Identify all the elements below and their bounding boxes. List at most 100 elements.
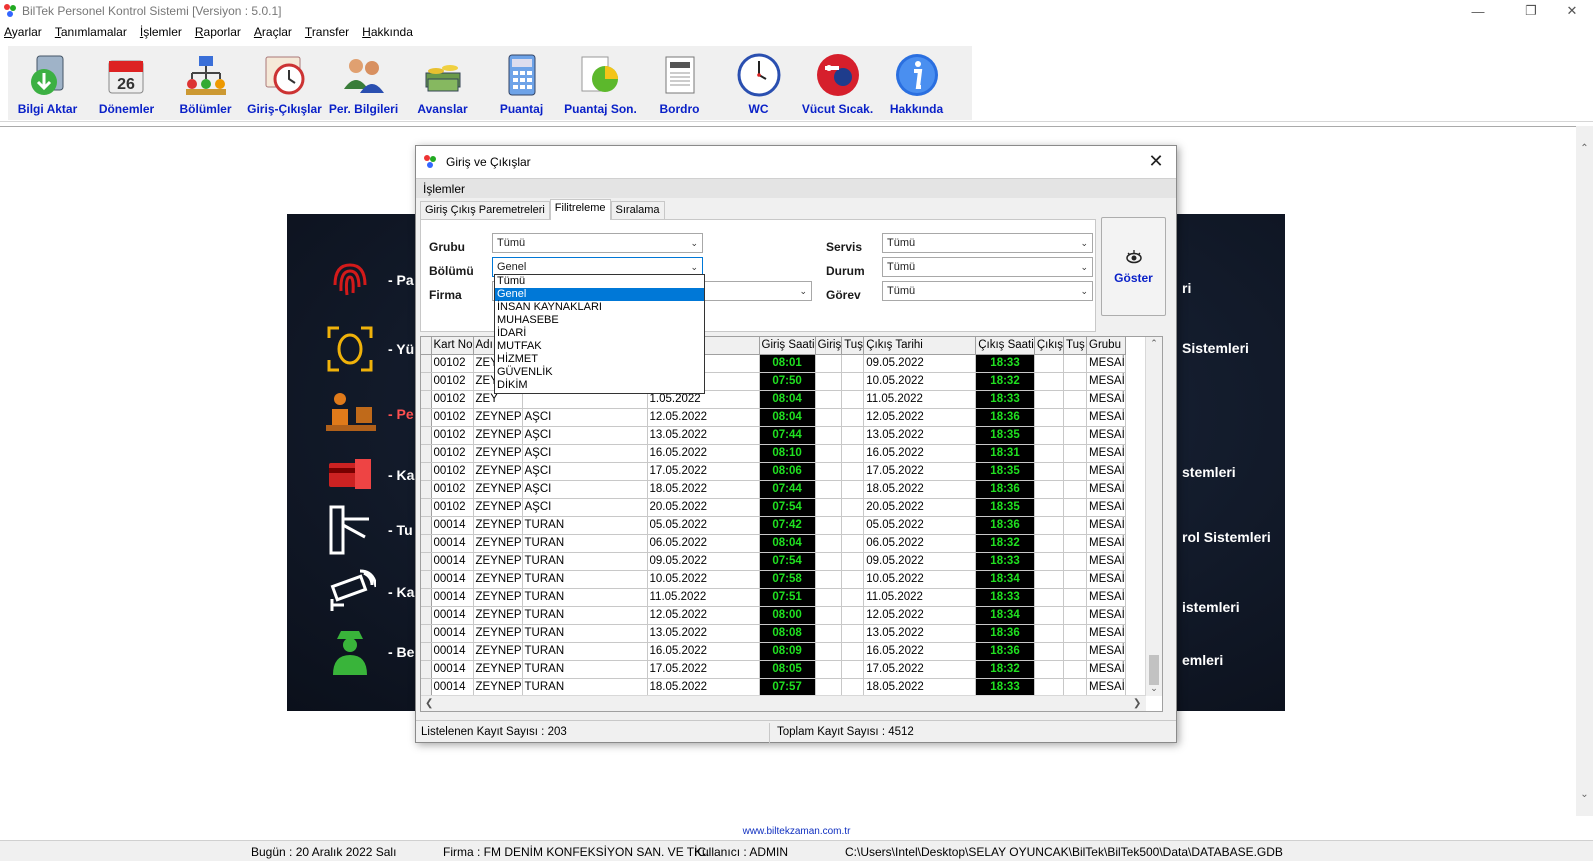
toolbar-button-3[interactable]: Giriş-Çıkışlar xyxy=(245,46,324,120)
table-row[interactable]: 00014 ZEYNEP TURAN 10.05.2022 07:58 10.05.202… xyxy=(421,570,1126,589)
toolbar-button-11[interactable]: Hakkında xyxy=(877,46,956,120)
dropdown-option[interactable]: İNSAN KAYNAKLARI xyxy=(495,301,704,314)
table-row[interactable]: 00014 ZEYNEP TURAN 09.05.2022 07:54 09.05.202… xyxy=(421,552,1126,571)
tab-filitreleme[interactable]: Filitreleme xyxy=(549,199,611,220)
row-indicator xyxy=(421,462,432,481)
column-header[interactable]: Çıkış Saati xyxy=(975,337,1035,355)
table-cell xyxy=(815,426,843,445)
dropdown-option[interactable]: Genel xyxy=(495,288,704,301)
table-row[interactable]: 00102 ZEYNEP AŞCI 18.05.2022 07:44 18.05.2022… xyxy=(421,480,1126,499)
table-row[interactable]: 00102 ZEYNEP AŞCI 17.05.2022 08:06 17.05.2022… xyxy=(421,462,1126,481)
scroll-down-icon[interactable]: ⌄ xyxy=(1576,786,1593,803)
table-cell: MESAİ xyxy=(1086,660,1126,679)
chevron-down-icon: ⌄ xyxy=(1080,286,1088,296)
banner-item-1: - Yü xyxy=(322,321,414,377)
dropdown-option[interactable]: Tümü xyxy=(495,275,704,288)
toolbar-button-9[interactable]: WC xyxy=(719,46,798,120)
servis-select[interactable]: Tümü ⌄ xyxy=(882,233,1093,253)
menu-item-1[interactable]: Tanımlamalar xyxy=(55,25,127,39)
minimize-button[interactable]: — xyxy=(1455,0,1501,22)
tab-giris-cikis-parametreleri[interactable]: Giriş Çıkış Paremetreleri xyxy=(420,201,550,219)
table-row[interactable]: 00014 ZEYNEP TURAN 17.05.2022 08:05 17.05.202… xyxy=(421,660,1126,679)
dropdown-option[interactable]: GÜVENLİK xyxy=(495,366,704,379)
column-header[interactable]: Giriş xyxy=(815,337,843,355)
table-cell: 18:33 xyxy=(975,354,1035,373)
dropdown-option[interactable]: MUTFAK xyxy=(495,340,704,353)
row-indicator xyxy=(421,624,432,643)
table-row[interactable]: 00014 ZEYNEP TURAN 06.05.2022 08:04 06.05.202… xyxy=(421,534,1126,553)
scroll-up-icon[interactable]: ⌃ xyxy=(1146,338,1162,349)
table-row[interactable]: 00102 ZEYNEP AŞCI 12.05.2022 08:04 12.05.2022… xyxy=(421,408,1126,427)
restore-button[interactable]: ❐ xyxy=(1508,0,1554,22)
menu-item-5[interactable]: Transfer xyxy=(305,25,349,39)
toolbar-button-5[interactable]: Avanslar xyxy=(403,46,482,120)
durum-select[interactable]: Tümü ⌄ xyxy=(882,257,1093,277)
menu-item-4[interactable]: Araçlar xyxy=(254,25,292,39)
banner-item-text: - Tu xyxy=(388,522,413,538)
table-cell: MESAİ xyxy=(1086,588,1126,607)
dropdown-option[interactable]: DİKİM xyxy=(495,379,704,392)
table-row[interactable]: 00102 ZEYNEP AŞCI 20.05.2022 07:54 20.05.2022… xyxy=(421,498,1126,517)
website-url[interactable]: www.biltekzaman.com.tr xyxy=(0,826,1593,837)
gorev-select[interactable]: Tümü ⌄ xyxy=(882,281,1093,301)
row-indicator xyxy=(421,570,432,589)
toolbar-button-7[interactable]: Puantaj Son. xyxy=(561,46,640,120)
table-cell xyxy=(841,570,865,589)
toolbar-button-0[interactable]: Bilgi Aktar xyxy=(8,46,87,120)
menu-islemler[interactable]: İşlemler xyxy=(423,182,465,196)
menu-item-2[interactable]: İşlemler xyxy=(140,25,182,39)
table-cell: 18:35 xyxy=(975,462,1035,481)
table-cell xyxy=(1063,516,1088,535)
scroll-right-icon[interactable]: ❯ xyxy=(1133,696,1141,711)
banner-right-text-3: rol Sistemleri xyxy=(1182,529,1271,545)
table-row[interactable]: 00014 ZEYNEP TURAN 13.05.2022 08:08 13.05.202… xyxy=(421,624,1126,643)
dropdown-option[interactable]: HİZMET xyxy=(495,353,704,366)
table-row[interactable]: 00102 ZEYNEP AŞCI 16.05.2022 08:10 16.05.2022… xyxy=(421,444,1126,463)
dropdown-option[interactable]: MUHASEBE xyxy=(495,314,704,327)
column-header[interactable]: Grubu xyxy=(1086,337,1126,355)
table-cell xyxy=(815,660,843,679)
table-row[interactable]: 00014 ZEYNEP TURAN 11.05.2022 07:51 11.05.202… xyxy=(421,588,1126,607)
scroll-up-icon[interactable]: ⌃ xyxy=(1576,140,1593,157)
toolbar-button-4[interactable]: Per. Bilgileri xyxy=(324,46,403,120)
goster-button[interactable]: Göster xyxy=(1101,217,1166,316)
table-row[interactable]: 00014 ZEYNEP TURAN 05.05.2022 07:42 05.05.202… xyxy=(421,516,1126,535)
grid-vertical-scrollbar[interactable]: ⌃ ⌄ xyxy=(1145,337,1162,696)
column-header[interactable]: Çıkış Tarihi xyxy=(863,337,977,355)
dropdown-option[interactable]: İDARİ xyxy=(495,327,704,340)
grid-horizontal-scrollbar[interactable]: ❮ ❯ xyxy=(421,695,1146,711)
close-button[interactable]: ✕ xyxy=(1549,0,1593,22)
column-header[interactable]: Kart No xyxy=(431,337,474,355)
table-row[interactable]: 00014 ZEYNEP TURAN 18.05.2022 07:57 18.05.202… xyxy=(421,678,1126,697)
tab-siralama[interactable]: Sıralama xyxy=(610,201,665,219)
table-cell: 18.05.2022 xyxy=(863,678,977,697)
toolbar-button-1[interactable]: 26 Dönemler xyxy=(87,46,166,120)
table-row[interactable]: 00014 ZEYNEP TURAN 12.05.2022 08:00 12.05.202… xyxy=(421,606,1126,625)
toolbar-button-8[interactable]: Bordro xyxy=(640,46,719,120)
banner-item-4: - Tu xyxy=(322,502,413,558)
table-row[interactable]: 00014 ZEYNEP TURAN 16.05.2022 08:09 16.05.202… xyxy=(421,642,1126,661)
goster-label: Göster xyxy=(1114,270,1153,285)
toolbar-button-10[interactable]: Vücut Sıcak. xyxy=(798,46,877,120)
column-header[interactable]: Tuş xyxy=(841,337,865,355)
main-vertical-scrollbar[interactable]: ⌃ ⌄ xyxy=(1576,126,1593,816)
scroll-thumb[interactable] xyxy=(1149,655,1159,685)
column-header[interactable]: Çıkış xyxy=(1034,337,1065,355)
menu-item-3[interactable]: Raporlar xyxy=(195,25,241,39)
table-cell xyxy=(1063,354,1088,373)
table-row[interactable]: 00102 ZEYNEP AŞCI 13.05.2022 07:44 13.05.2022… xyxy=(421,426,1126,445)
menu-item-6[interactable]: Hakkında xyxy=(362,25,413,39)
column-header[interactable]: Giriş Saati xyxy=(759,337,816,355)
dialog-close-button[interactable]: ✕ xyxy=(1146,151,1166,171)
grubu-select[interactable]: Tümü ⌄ xyxy=(492,233,703,253)
toolbar-label: Bölümler xyxy=(179,102,232,116)
table-cell xyxy=(841,498,865,517)
toolbar-button-6[interactable]: Puantaj xyxy=(482,46,561,120)
toolbar-button-2[interactable]: Bölümler xyxy=(166,46,245,120)
column-header[interactable]: Tuş xyxy=(1063,337,1088,355)
scroll-down-icon[interactable]: ⌄ xyxy=(1146,683,1162,694)
menu-item-0[interactable]: Ayarlar xyxy=(4,25,42,39)
scroll-left-icon[interactable]: ❮ xyxy=(425,696,433,711)
pie-chart-icon xyxy=(578,52,624,98)
table-cell: 08:04 xyxy=(759,408,816,427)
